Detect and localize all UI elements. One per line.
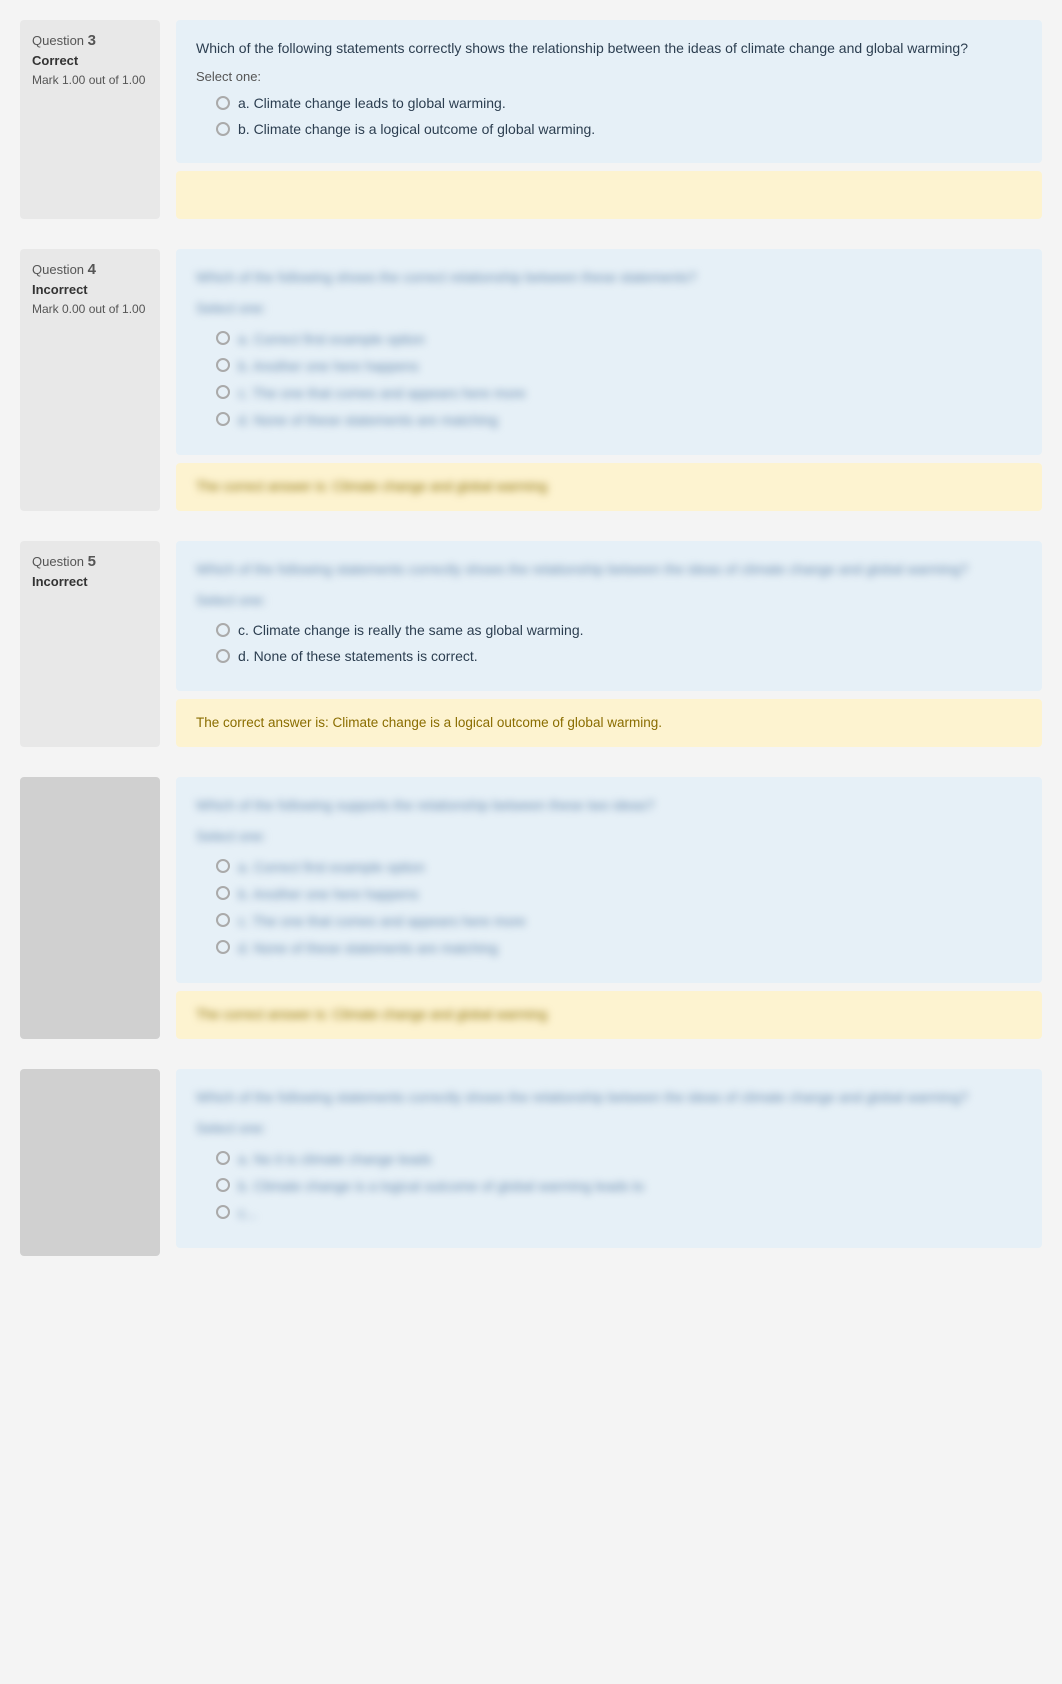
question-7-box: Which of the following statements correc… (176, 1069, 1042, 1248)
question-4-mark: Mark 0.00 out of 1.00 (32, 301, 148, 318)
question-6-sidebar-blank (20, 777, 160, 1039)
question-6-box: Which of the following supports the rela… (176, 777, 1042, 983)
radio-icon (216, 385, 230, 399)
question-3-option-a[interactable]: a. Climate change leads to global warmin… (216, 94, 1022, 114)
radio-icon (216, 412, 230, 426)
question-7-text: Which of the following statements correc… (196, 1087, 1022, 1108)
radio-icon (216, 940, 230, 954)
radio-icon (216, 96, 230, 110)
question-5-status: Incorrect (32, 574, 148, 589)
question-6-option-c: c. The one that comes and appears here m… (216, 911, 1022, 932)
question-7-select-label: Select one: (196, 1118, 1022, 1139)
question-3-status: Correct (32, 53, 148, 68)
radio-icon (216, 358, 230, 372)
question-7-option-a: a. No it is climate change leads (216, 1149, 1022, 1170)
question-6-select-label: Select one: (196, 826, 1022, 847)
question-7-option-c: c... (216, 1203, 1022, 1224)
question-5-block: Question 5 Incorrect Which of the follow… (20, 541, 1042, 746)
question-3-mark: Mark 1.00 out of 1.00 (32, 72, 148, 89)
question-6-block: Which of the following supports the rela… (20, 777, 1042, 1039)
question-4-select-label: Select one: (196, 298, 1022, 319)
question-4-status: Incorrect (32, 282, 148, 297)
question-4-text: Which of the following shows the correct… (196, 267, 1022, 288)
question-5-label: Question 5 (32, 553, 148, 570)
question-6-option-a: a. Correct first example option (216, 857, 1022, 878)
question-6-content: Which of the following supports the rela… (176, 777, 1042, 1039)
question-4-option-c: c. The one that comes and appears here m… (216, 383, 1022, 404)
question-7-sidebar-blank (20, 1069, 160, 1256)
radio-icon (216, 1151, 230, 1165)
radio-icon (216, 122, 230, 136)
radio-icon (216, 623, 230, 637)
question-3-select-label: Select one: (196, 69, 1022, 84)
question-4-option-b: b. Another one here happens (216, 356, 1022, 377)
question-4-sidebar: Question 4 Incorrect Mark 0.00 out of 1.… (20, 249, 160, 511)
radio-icon (216, 331, 230, 345)
question-3-content: Which of the following statements correc… (176, 20, 1042, 219)
radio-icon (216, 1178, 230, 1192)
question-3-block: Question 3 Correct Mark 1.00 out of 1.00… (20, 20, 1042, 219)
question-5-option-c[interactable]: c. Climate change is really the same as … (216, 621, 1022, 641)
question-4-label: Question 4 (32, 261, 148, 278)
question-3-option-b[interactable]: b. Climate change is a logical outcome o… (216, 120, 1022, 140)
question-6-option-d: d. None of these statements are matching (216, 938, 1022, 959)
radio-icon (216, 649, 230, 663)
radio-icon (216, 886, 230, 900)
question-3-text: Which of the following statements correc… (196, 38, 1022, 59)
radio-icon (216, 859, 230, 873)
question-5-box: Which of the following statements correc… (176, 541, 1042, 690)
question-7-option-b: b. Climate change is a logical outcome o… (216, 1176, 1022, 1197)
question-4-block: Question 4 Incorrect Mark 0.00 out of 1.… (20, 249, 1042, 511)
question-5-feedback: The correct answer is: Climate change is… (176, 699, 1042, 747)
question-7-block: Which of the following statements correc… (20, 1069, 1042, 1256)
question-5-content: Which of the following statements correc… (176, 541, 1042, 746)
question-4-option-d: d. None of these statements are matching (216, 410, 1022, 431)
question-3-feedback-empty (176, 171, 1042, 219)
radio-icon (216, 1205, 230, 1219)
question-7-content: Which of the following statements correc… (176, 1069, 1042, 1256)
question-4-feedback: The correct answer is: Climate change an… (176, 463, 1042, 511)
question-5-option-d[interactable]: d. None of these statements is correct. (216, 647, 1022, 667)
question-4-option-a: a. Correct first example option (216, 329, 1022, 350)
question-6-text: Which of the following supports the rela… (196, 795, 1022, 816)
radio-icon (216, 913, 230, 927)
question-3-box: Which of the following statements correc… (176, 20, 1042, 163)
question-4-box: Which of the following shows the correct… (176, 249, 1042, 455)
question-6-option-b: b. Another one here happens (216, 884, 1022, 905)
question-3-label: Question 3 (32, 32, 148, 49)
question-4-content: Which of the following shows the correct… (176, 249, 1042, 511)
question-6-feedback: The correct answer is: Climate change an… (176, 991, 1042, 1039)
question-3-sidebar: Question 3 Correct Mark 1.00 out of 1.00 (20, 20, 160, 219)
question-5-text: Which of the following statements correc… (196, 559, 1022, 580)
question-5-sidebar: Question 5 Incorrect (20, 541, 160, 746)
question-5-select-label: Select one: (196, 590, 1022, 611)
